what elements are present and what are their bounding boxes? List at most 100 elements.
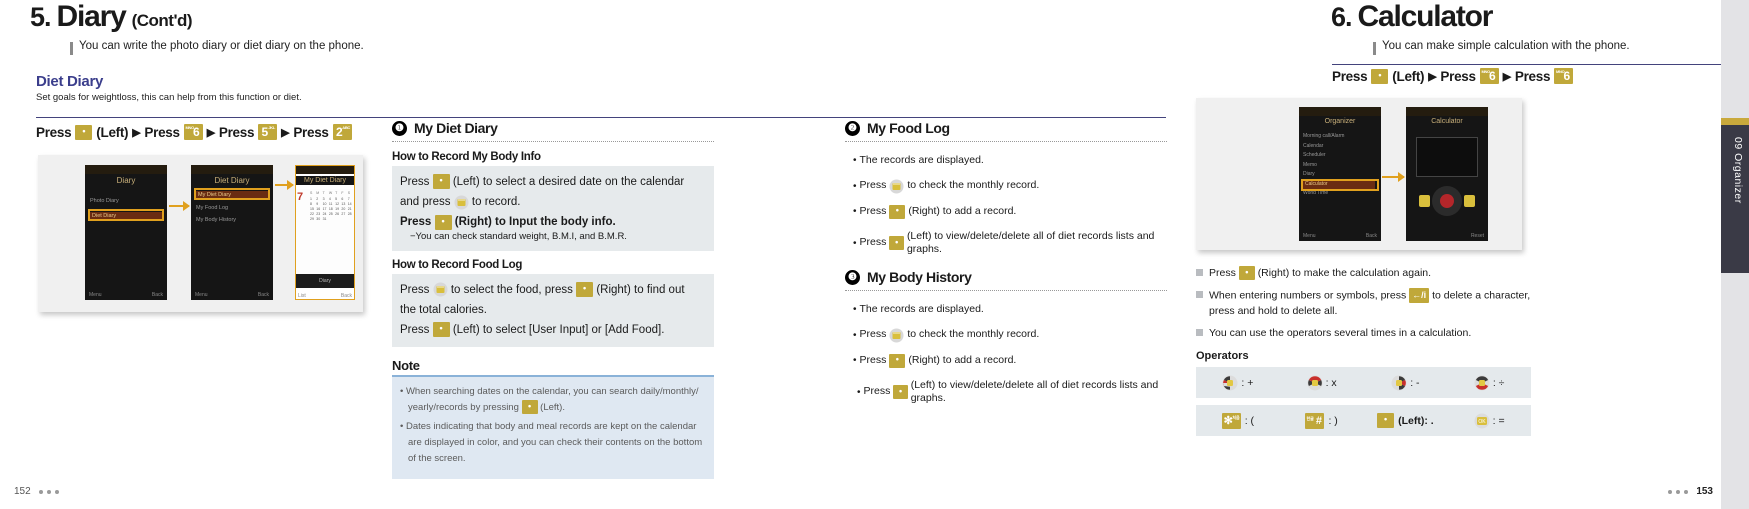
dot-key[interactable] [521,400,538,415]
item-1-heading: ❶ My Diet Diary [392,120,714,136]
list-item: The records are displayed. [853,303,1167,317]
key-6[interactable]: MNO 6 [183,124,203,140]
note-panel: • When searching dates on the calendar, … [392,377,714,480]
screen-row-2-3: My Body History [196,217,237,223]
left-intro-text: You can write the photo diary or diet di… [79,40,364,52]
dot-key[interactable] [889,204,906,219]
key-2[interactable]: 2 ABC [332,124,352,140]
nav-left-icon[interactable] [1222,375,1238,391]
operator-label: (Left): . [1398,414,1434,427]
hash-key[interactable]: 한글 # [1305,412,1325,429]
item-3-lines: The records are displayed. Press to chec… [853,303,1167,406]
operator-cell: ✻ 처음 : ( [1196,412,1280,429]
edge-tab-chapter-block: 09 Organizer [1721,125,1749,273]
operators-title: Operators [1196,350,1249,362]
note-item-1b-post: (Left). [540,401,565,413]
chapter-title-2: Calculator [1357,0,1494,33]
divider-dotted-3 [845,290,1167,291]
press-label-4: Press [293,124,329,140]
operator-label: : ) [1328,414,1338,427]
star-key[interactable]: ✻ 처음 [1221,412,1241,429]
right-soft-label: (Left) [1392,68,1425,84]
dot-key[interactable] [576,282,594,298]
operator-cell: : - [1364,375,1448,391]
body-history-line-4-post: (Left) to view/delete/delete all of diet… [910,378,1159,405]
body-history-line-4-pre: Press [863,385,891,398]
key-6b[interactable]: MNO 6 [1554,68,1574,84]
my-diet-diary-block: ❶ My Diet Diary How to Record My Body In… [392,120,714,480]
dot-key[interactable] [432,174,450,190]
body-history-line-3-post: (Right) to add a record. [908,353,1017,366]
right-intro-text: You can make simple calculation with the… [1382,40,1630,52]
left-intro: You can write the photo diary or diet di… [70,40,380,55]
screen-title-1: Diary [116,176,136,185]
operators-row-2: ✻ 처음 : ( 한글 # : ) (Left): . OK : [1196,405,1531,436]
right-press-path: Press (Left) ▶ Press MNO 6 ▶ Press MNO 6 [1332,68,1574,84]
item-1-label: My Diet Diary [414,120,498,136]
nav-up-icon[interactable] [1307,375,1323,391]
organizer-row-3: Scheduler [1303,152,1326,158]
edge-tab-bottom-block [1721,273,1749,509]
phone-screen-my-diet-diary: My Diet Diary 7 SMTWTFS 1234567 8 9 10 11 12… [295,165,355,300]
screen-row-2-2: My Food Log [196,205,229,211]
calc-bullet-1-post: (Right) to make the calculation again. [1257,267,1432,279]
food-log-line-2-post: to check the monthly record. [907,179,1040,192]
ok-key-icon[interactable]: OK [1474,413,1490,429]
organizer-row-2: Calendar [1303,142,1324,149]
item-3-heading: ❸ My Body History [845,269,1167,285]
list-item: When entering numbers or symbols, press … [1196,288,1531,319]
diary-screens-photo: Diary Photo Diary Diet Diary Menu Back D… [38,155,363,312]
howto-food-log-title: How to Record Food Log [392,258,523,271]
body-history-line-2-post: to check the monthly record. [907,328,1040,341]
operator-cell: (Left): . [1364,413,1448,428]
dot-key[interactable] [893,385,908,400]
intro-bar-icon [70,42,73,55]
page-dots-right [1668,489,1689,494]
body-line-1c-post: (Right) to Input the body info. [454,216,616,229]
nav-right-icon[interactable] [1391,375,1407,391]
header-rule [36,117,1166,118]
food-log-line-3-post: (Right) to add a record. [908,204,1017,217]
dot-key[interactable] [75,124,93,140]
list-item: Press (Left) to view/delete/delete all o… [853,230,1167,257]
arrow-icon-3: ▶ [281,126,290,139]
key-6-digit: 6 [193,125,200,139]
softkey-2-right: Back [257,292,269,298]
operator-label: : + [1241,376,1254,389]
dot-key[interactable] [1371,68,1389,84]
dot-key[interactable] [1377,413,1395,428]
nav-down-icon[interactable] [1474,375,1490,391]
operator-label: : ÷ [1492,376,1505,389]
operator-cell: 한글 # : ) [1280,412,1364,429]
key-5[interactable]: 5 JKL [258,124,278,140]
dot-key[interactable] [889,353,906,368]
operator-label: : x [1325,376,1337,389]
edge-tab-gold-strip [1721,118,1749,125]
dot-key[interactable] [1238,266,1255,281]
press-label-r2: Press [1440,68,1476,84]
howto-body-info-title: How to Record My Body Info [392,151,541,163]
status-bar [85,165,167,174]
calculator-bullets: Press (Right) to make the calculation ag… [1196,266,1531,348]
press-label-r1: Press [1332,68,1368,84]
nav-ok-icon[interactable] [889,179,904,194]
nav-ok-icon[interactable] [433,282,448,297]
chapter-number: 5. [30,2,52,32]
nav-ok-icon[interactable] [889,328,904,343]
right-header: 6. Calculator You can make simple calcul… [1331,0,1691,55]
backspace-key[interactable]: ←/i [1409,288,1430,304]
list-item: Press (Right) to add a record. [853,353,1167,368]
dot-key[interactable] [432,322,450,338]
edge-tab-top-block [1721,0,1749,118]
badge-1: ❶ [392,120,407,136]
food-log-line-2-pre: Press [859,179,887,192]
dot-key[interactable] [434,214,452,230]
operator-cell: : + [1196,375,1280,391]
square-bullet-icon [1196,269,1203,276]
callout-box-1 [88,209,164,221]
note-item-1: • When searching dates on the calendar, … [400,384,704,415]
dot-key[interactable] [889,236,904,251]
press-label-3: Press [218,124,255,140]
key-6[interactable]: MNO 6 [1479,68,1499,84]
nav-ok-icon[interactable] [454,195,469,210]
